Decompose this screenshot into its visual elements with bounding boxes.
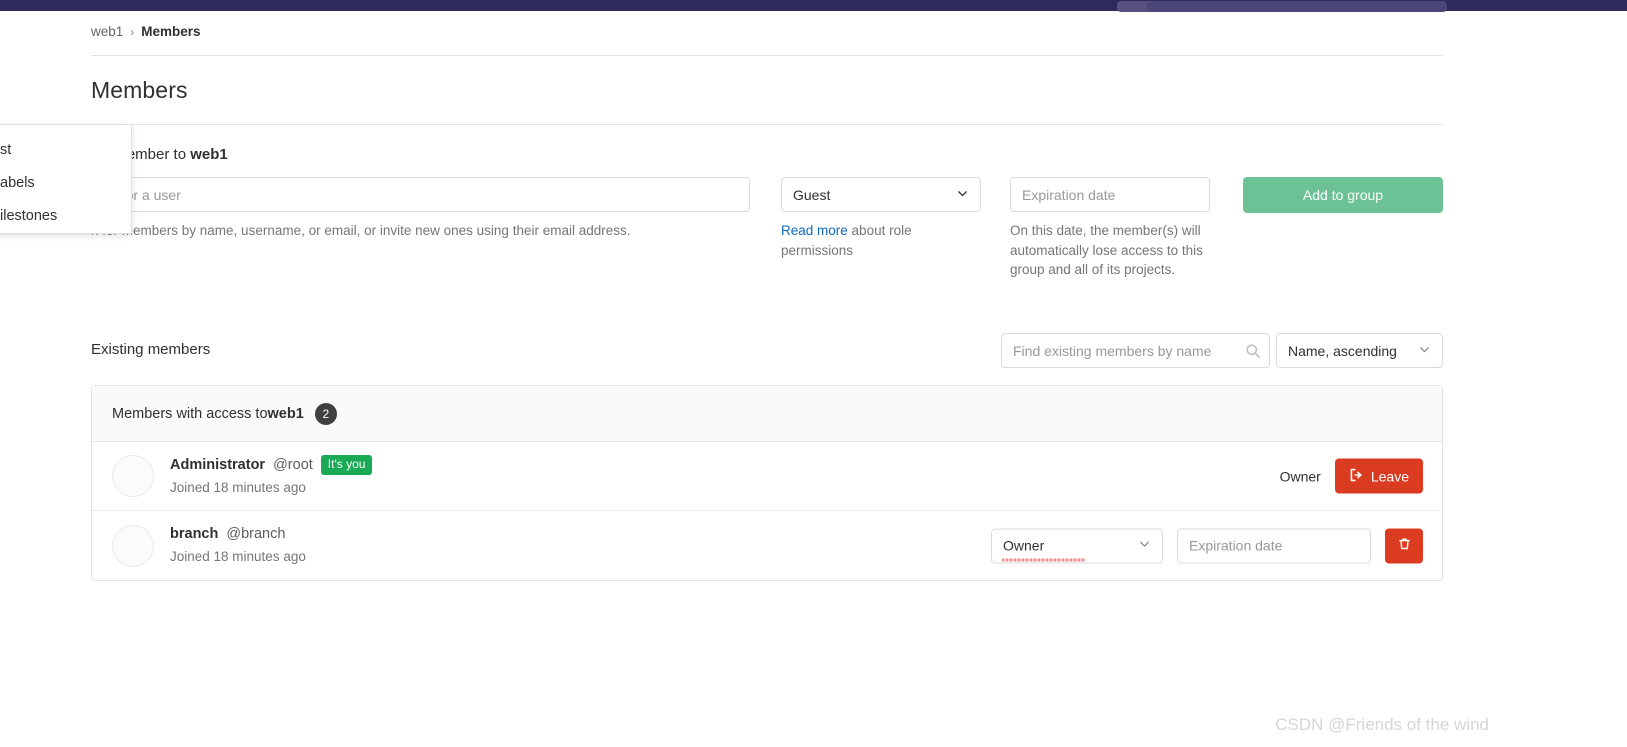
expiration-help: On this date, the member(s) will automat… (1010, 221, 1210, 280)
members-header-text: Members with access to (112, 406, 268, 422)
watermark: CSDN @Friends of the wind (1275, 715, 1489, 735)
existing-members-title: Existing members (91, 341, 210, 358)
member-expiration-field (1177, 528, 1371, 563)
flyout-item-labels[interactable]: abels (0, 167, 131, 200)
flyout-item-milestones[interactable]: ilestones (0, 200, 131, 233)
search-user-help: n for members by name, username, or emai… (91, 221, 750, 241)
find-members-field (1001, 333, 1270, 368)
role-select-value: Guest (793, 187, 830, 203)
member-handle: @branch (226, 524, 285, 545)
invite-expiration-field: On this date, the member(s) will automat… (1010, 177, 1210, 280)
role-select[interactable]: Guest (781, 177, 981, 212)
sign-out-icon (1349, 467, 1364, 485)
flyout-item-list[interactable]: st (0, 134, 131, 167)
invite-user-field: n for members by name, username, or emai… (91, 177, 750, 241)
member-count-badge: 2 (315, 403, 337, 425)
breadcrumb: web1 › Members (91, 21, 1443, 56)
role-help-text: Read more about role permissions (781, 221, 981, 260)
trash-icon (1397, 537, 1412, 555)
member-info: Administrator @root It's you Joined 18 m… (170, 455, 372, 498)
member-role-select[interactable]: Owner (991, 528, 1163, 563)
sort-field: Name, ascending (1276, 333, 1443, 368)
page-body: web1 › Members Members ew member to web1… (0, 11, 1500, 747)
member-joined: Joined 18 minutes ago (170, 547, 306, 567)
member-role-value: Owner (1003, 538, 1044, 554)
top-navbar (0, 0, 1627, 11)
member-role-static: Owner (1280, 468, 1321, 484)
sidebar-flyout-menu: st abels ilestones (0, 124, 132, 234)
invite-heading: ew member to web1 (91, 146, 1443, 166)
chevron-down-icon (956, 187, 969, 203)
breadcrumb-group-link[interactable]: web1 (91, 24, 123, 39)
find-members-input[interactable] (1001, 333, 1270, 368)
invite-member-section: ew member to web1 n for members by name,… (91, 146, 1443, 347)
row-actions: Owner Leave (1280, 459, 1423, 494)
table-row: branch @branch Joined 18 minutes ago Own… (92, 511, 1442, 580)
avatar (112, 525, 154, 567)
invite-heading-group: web1 (190, 146, 228, 163)
remove-member-button[interactable] (1385, 528, 1423, 563)
leave-button[interactable]: Leave (1335, 459, 1423, 494)
sort-select[interactable]: Name, ascending (1276, 333, 1443, 368)
expiration-date-input[interactable] (1010, 177, 1210, 212)
table-row: Administrator @root It's you Joined 18 m… (92, 442, 1442, 511)
chevron-down-icon (1418, 343, 1431, 359)
member-name: Administrator (170, 455, 265, 476)
page-title-section: Members (91, 69, 1443, 125)
member-info: branch @branch Joined 18 minutes ago (170, 524, 306, 567)
sort-select-value: Name, ascending (1288, 343, 1397, 359)
member-name: branch (170, 524, 218, 545)
search-icon[interactable] (1245, 343, 1261, 359)
breadcrumb-current: Members (141, 24, 200, 39)
row-actions: Owner (991, 528, 1423, 563)
leave-button-label: Leave (1371, 468, 1409, 484)
member-expiration-input[interactable] (1177, 528, 1371, 563)
invite-role-field: Guest Read more about role permissions (781, 177, 981, 260)
members-list-card: Members with access to web1 2 Administra… (91, 385, 1443, 581)
search-user-input[interactable] (91, 177, 750, 212)
avatar (112, 455, 154, 497)
add-to-group-button[interactable]: Add to group (1243, 177, 1443, 213)
member-joined: Joined 18 minutes ago (170, 478, 372, 498)
member-handle: @root (273, 455, 313, 476)
read-more-link[interactable]: Read more (781, 223, 848, 238)
members-header-group: web1 (268, 406, 304, 422)
breadcrumb-separator-icon: › (130, 25, 134, 39)
chevron-down-icon (1138, 538, 1151, 554)
member-role-field: Owner (991, 528, 1163, 563)
page-title: Members (91, 69, 1443, 104)
its-you-badge: It's you (321, 455, 373, 475)
members-card-header: Members with access to web1 2 (92, 386, 1442, 442)
